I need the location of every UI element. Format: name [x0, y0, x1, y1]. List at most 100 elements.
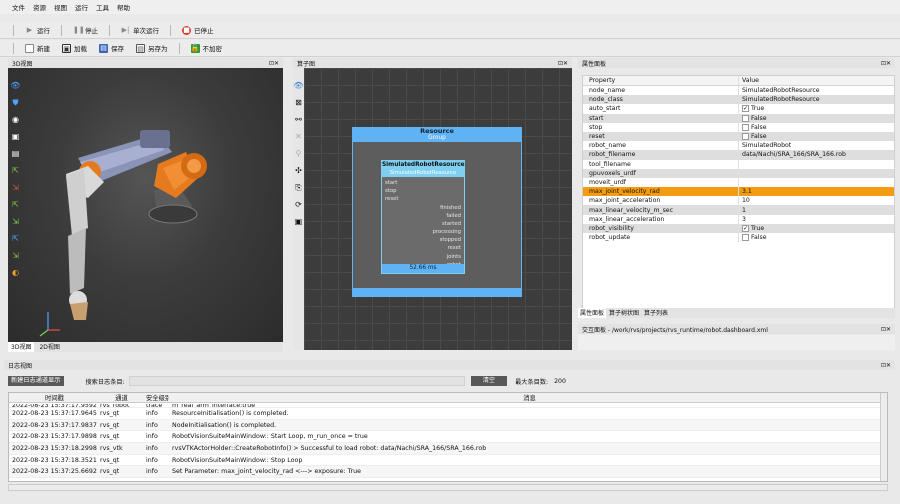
input-port-reset[interactable]: reset	[385, 195, 398, 203]
float-close-icons[interactable]: ⊡✕	[558, 60, 568, 67]
single-run-button[interactable]: ▶| 单次运行	[117, 24, 163, 37]
property-checkbox[interactable]	[742, 114, 749, 122]
clear-button[interactable]: 清空	[470, 376, 508, 386]
output-port-finished[interactable]: finished	[432, 204, 461, 212]
output-port-stopped[interactable]: stopped	[432, 236, 461, 244]
float-close-icons[interactable]: ⊡✕	[881, 326, 891, 333]
menu-file[interactable]: 文件	[12, 2, 25, 12]
log-scrollbar[interactable]	[880, 393, 887, 481]
output-port-failed[interactable]: failed	[432, 212, 461, 220]
disconnect-icon[interactable]: ✕	[293, 131, 304, 142]
property-checkbox[interactable]	[742, 133, 749, 141]
export-icon[interactable]: ⎘	[293, 182, 304, 193]
property-value[interactable]: SimulatedRobotResource	[739, 87, 820, 94]
menu-view[interactable]: 视图	[54, 2, 67, 12]
property-row[interactable]: stop False	[583, 122, 894, 132]
output-port-started[interactable]: started	[432, 220, 461, 228]
new-log-channel-button[interactable]: 新建日志通道显示	[8, 376, 64, 386]
eye-icon[interactable]: 👁	[293, 80, 304, 91]
property-row[interactable]: max_joint_velocity_rad 3.1	[583, 187, 894, 197]
property-checkbox[interactable]: ✓	[742, 224, 749, 232]
search-input[interactable]	[128, 376, 465, 386]
screenshot-icon[interactable]: ▣	[293, 216, 304, 227]
load-button[interactable]: ▣ 加载	[58, 42, 91, 55]
property-value[interactable]: False	[739, 133, 767, 141]
property-value[interactable]: False	[739, 123, 767, 131]
property-row[interactable]: start False	[583, 113, 894, 123]
property-row[interactable]: robot_update False	[583, 233, 894, 243]
tab-operator-tree[interactable]: 算子树状图	[607, 308, 641, 318]
save-as-button[interactable]: ▤ 另存为	[132, 42, 172, 55]
property-value[interactable]: 10	[739, 197, 750, 204]
property-checkbox[interactable]: ✓	[742, 105, 749, 113]
property-value[interactable]: False	[739, 114, 767, 122]
float-close-icons[interactable]: ⊡✕	[269, 60, 279, 67]
float-close-icons[interactable]: ⊡✕	[881, 362, 891, 369]
property-row[interactable]: tool_filename	[583, 159, 894, 169]
log-horizontal-scrollbar[interactable]	[8, 484, 888, 491]
tab-operator-list[interactable]: 算子列表	[642, 308, 670, 318]
no-encrypt-button[interactable]: 🔓 不加密	[187, 42, 227, 55]
output-port-processing[interactable]: processing	[432, 228, 461, 236]
property-checkbox[interactable]	[742, 234, 749, 242]
float-close-icons[interactable]: ⊡✕	[881, 60, 891, 67]
property-value[interactable]: ✓ True	[739, 105, 764, 113]
new-button[interactable]: 新建	[21, 42, 54, 55]
property-row[interactable]: robot_filename data/Nachi/SRA_166/SRA_166…	[583, 150, 894, 160]
log-row[interactable]: 2022-08-23 15:37:18.299860 rvs_vtk info rvs…	[9, 443, 887, 455]
input-port-start[interactable]: start	[385, 179, 398, 187]
link-icon[interactable]: ⚯	[293, 114, 304, 125]
property-row[interactable]: node_class SimulatedRobotResource	[583, 95, 894, 105]
max-entries-input[interactable]: 200	[554, 378, 566, 385]
output-port-reset[interactable]: reset	[432, 244, 461, 252]
property-row[interactable]: moveit_urdf	[583, 177, 894, 188]
property-checkbox[interactable]	[742, 123, 749, 131]
col-severity[interactable]: 安全级别	[143, 393, 169, 402]
col-timestamp[interactable]: 时间戳	[9, 393, 97, 402]
property-row[interactable]: max_linear_velocity_m_sec 1	[583, 205, 894, 215]
property-row[interactable]: node_name SimulatedRobotResource	[583, 86, 894, 96]
col-value[interactable]: Value	[739, 77, 759, 84]
output-port-joints[interactable]: joints	[432, 253, 461, 261]
network-icon[interactable]: ⚲	[293, 148, 304, 159]
property-row[interactable]: max_joint_acceleration 10	[583, 196, 894, 206]
arrange-icon[interactable]: ✣	[293, 165, 304, 176]
operator-graph-canvas[interactable]: Resource Group SimulatedRobotResource Si…	[304, 68, 572, 350]
col-message[interactable]: 消息	[169, 393, 887, 402]
simulated-robot-node[interactable]: SimulatedRobotResource SimulatedRobotRes…	[381, 160, 465, 274]
menu-run[interactable]: 运行	[75, 2, 88, 12]
property-value[interactable]: False	[739, 234, 767, 242]
property-row[interactable]: gpuvoxels_urdf	[583, 168, 894, 178]
resource-group-node[interactable]: Resource Group SimulatedRobotResource Si…	[352, 127, 522, 297]
property-value[interactable]: SimulatedRobot	[739, 142, 791, 149]
property-row[interactable]: auto_start ✓ True	[583, 104, 894, 114]
input-port-stop[interactable]: stop	[385, 187, 398, 195]
property-value[interactable]: 3	[739, 216, 746, 223]
tab-properties[interactable]: 属性面板	[578, 308, 607, 318]
stop-button[interactable]: ❚❚ 停止	[69, 24, 102, 37]
view3d-viewport[interactable]: 👁 ⛊ ◉ ▣ ▤ ⇱ ⇲ ⇱ ⇲ ⇱ ⇲ ◐	[8, 68, 283, 342]
select-icon[interactable]: ⊠	[293, 97, 304, 108]
save-button[interactable]: ▤ 保存	[95, 42, 128, 55]
property-value[interactable]: data/Nachi/SRA_166/SRA_166.rob	[739, 151, 846, 158]
tab-2d-view[interactable]: 2D视图	[36, 342, 62, 352]
property-value[interactable]: SimulatedRobotResource	[739, 96, 820, 103]
property-row[interactable]: robot_visibility ✓ True	[583, 223, 894, 233]
property-value[interactable]: 1	[739, 207, 746, 214]
property-value[interactable]: 3.1	[739, 188, 752, 195]
log-row[interactable]: 2022-08-23 15:37:25.669244 rvs_qt info Set …	[9, 466, 887, 479]
run-button[interactable]: ▶ 运行	[21, 24, 54, 37]
tab-3d-view[interactable]: 3D视图	[8, 342, 35, 352]
menu-tools[interactable]: 工具	[96, 2, 109, 12]
col-channel[interactable]: 通道	[97, 393, 143, 402]
property-row[interactable]: max_linear_acceleration 3	[583, 214, 894, 224]
property-row[interactable]: robot_name SimulatedRobot	[583, 141, 894, 151]
log-row[interactable]: 2022-08-23 15:37:17.983710 rvs_qt info Node…	[9, 419, 887, 432]
col-property[interactable]: Property	[583, 76, 739, 85]
log-row[interactable]: 2022-08-23 15:37:17.989846 rvs_qt info Robo…	[9, 431, 887, 444]
property-row[interactable]: reset False	[583, 131, 894, 142]
log-row[interactable]: 2022-08-23 15:37:18.352187 rvs_qt info Robo…	[9, 454, 887, 467]
log-row[interactable]: 2022-08-23 15:37:17.964525 rvs_qt info Reso…	[9, 408, 887, 420]
property-value[interactable]: ✓ True	[739, 224, 764, 232]
menu-resource[interactable]: 资源	[33, 2, 46, 12]
